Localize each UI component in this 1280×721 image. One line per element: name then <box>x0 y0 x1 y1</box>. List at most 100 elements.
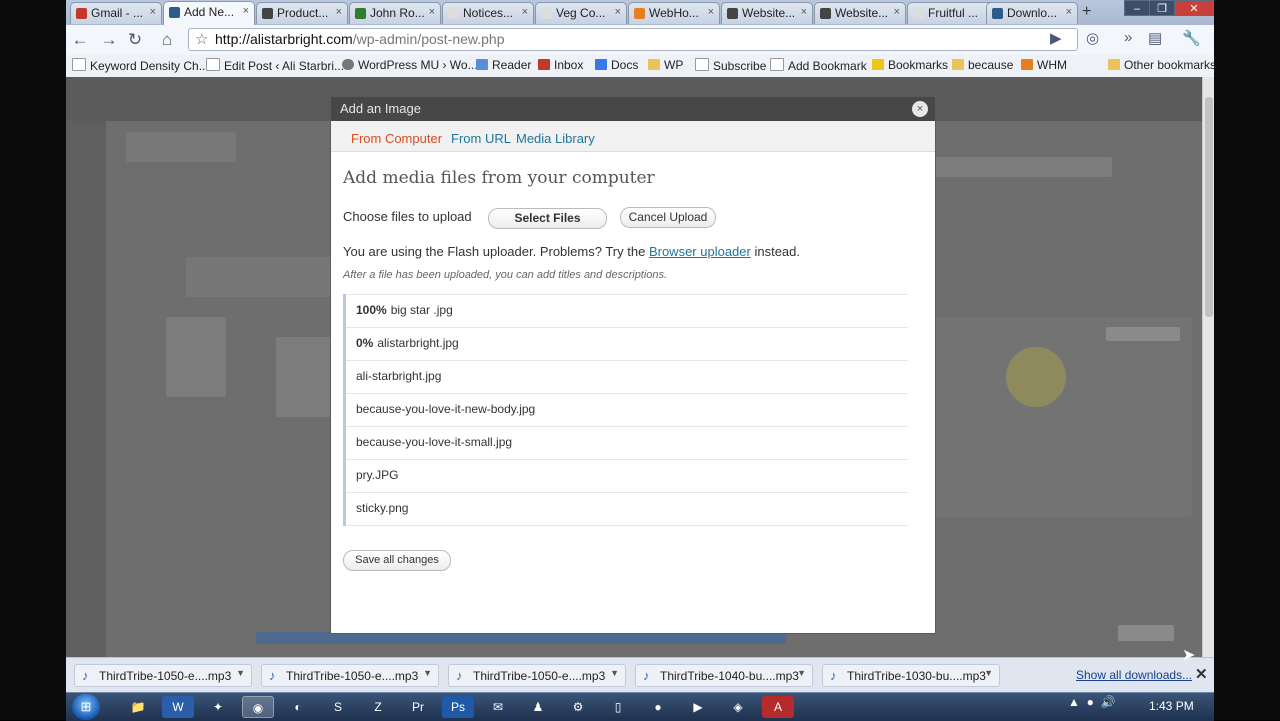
scrollbar-thumb[interactable] <box>1205 97 1213 317</box>
app-icon[interactable]: ◈ <box>722 696 754 718</box>
upload-row[interactable]: 0% alistarbright.jpg <box>346 328 908 361</box>
tab-notices[interactable]: Notices... × <box>442 2 534 24</box>
premiere-icon[interactable]: Pr <box>402 696 434 718</box>
tab-john-ro[interactable]: John Ro... × <box>349 2 441 24</box>
tab-webhost[interactable]: WebHo... × <box>628 2 720 24</box>
close-tab-icon[interactable]: × <box>894 6 900 18</box>
acrobat-icon[interactable]: A <box>762 696 794 718</box>
bookmark-item[interactable]: Inbox <box>538 58 583 72</box>
start-button[interactable]: ⊞ <box>72 694 100 720</box>
upload-row[interactable]: because-you-love-it-new-body.jpg <box>346 394 908 427</box>
download-item[interactable]: ♪ ThirdTribe-1050-e....mp3 ▼ <box>74 664 252 687</box>
chevron-down-icon[interactable]: ▼ <box>236 668 245 678</box>
upload-row[interactable]: because-you-love-it-small.jpg <box>346 427 908 460</box>
upload-row[interactable]: pry.JPG <box>346 460 908 493</box>
tab-website-2[interactable]: Website... × <box>814 2 906 24</box>
word-icon[interactable]: W <box>162 696 194 718</box>
upload-row[interactable]: sticky.png <box>346 493 908 526</box>
app-icon[interactable]: ✦ <box>202 696 234 718</box>
upload-row[interactable]: ali-starbright.jpg <box>346 361 908 394</box>
close-tab-icon[interactable]: × <box>615 6 621 18</box>
close-tab-icon[interactable]: × <box>429 6 435 18</box>
browser-uploader-link[interactable]: Browser uploader <box>649 244 751 259</box>
tab-downloads[interactable]: Downlo... × <box>986 2 1078 24</box>
new-tab-button[interactable]: + <box>1082 3 1091 21</box>
tab-veg-co[interactable]: Veg Co... × <box>535 2 627 24</box>
chevron-down-icon[interactable]: ▼ <box>984 668 993 678</box>
save-all-changes-button[interactable]: Save all changes <box>343 550 451 571</box>
tab-website-1[interactable]: Website... × <box>721 2 813 24</box>
tab-add-new-post[interactable]: Add Ne... × <box>163 1 255 25</box>
chevron-down-icon[interactable]: ▼ <box>423 668 432 678</box>
notepad-icon[interactable]: ▯ <box>602 696 634 718</box>
bookmark-folder[interactable]: Other bookmarks <box>1108 58 1214 72</box>
cancel-upload-button[interactable]: Cancel Upload <box>620 207 716 228</box>
close-downloads-icon[interactable]: ✕ <box>1195 665 1208 683</box>
close-tab-icon[interactable]: × <box>243 5 249 17</box>
wp-admin-sidebar <box>66 121 106 657</box>
bookmark-item[interactable]: Bookmarks <box>872 58 948 72</box>
reload-icon[interactable]: ↻ <box>124 29 146 51</box>
close-window-icon[interactable]: ✕ <box>1174 0 1214 16</box>
select-files-button[interactable]: Select Files <box>488 208 607 229</box>
restore-icon[interactable]: ❐ <box>1149 0 1175 16</box>
star-bookmark-icon[interactable]: ☆ <box>195 29 208 50</box>
chevron-down-icon[interactable]: ▼ <box>610 668 619 678</box>
download-item[interactable]: ♪ ThirdTribe-1050-e....mp3 ▼ <box>261 664 439 687</box>
back-icon[interactable]: ← <box>69 29 91 51</box>
play-icon[interactable]: ▶ <box>1050 29 1062 47</box>
tab-from-url[interactable]: From URL <box>451 131 511 146</box>
close-tab-icon[interactable]: × <box>522 6 528 18</box>
bookmark-item[interactable]: Reader <box>476 58 531 72</box>
bookmark-item[interactable]: WHM <box>1021 58 1067 72</box>
bookmark-folder[interactable]: WP <box>648 58 683 72</box>
bookmark-item[interactable]: Edit Post ‹ Ali Starbri... <box>206 58 344 73</box>
bookmark-item[interactable]: Keyword Density Ch... <box>72 58 209 73</box>
home-icon[interactable]: ⌂ <box>156 29 178 51</box>
close-tab-icon[interactable]: × <box>708 6 714 18</box>
wrench-icon[interactable]: 🔧 <box>1182 29 1201 47</box>
filezilla-icon[interactable]: Z <box>362 696 394 718</box>
explorer-icon[interactable]: 📁 <box>122 696 154 718</box>
volume-icon[interactable]: 🔊 <box>1100 695 1115 709</box>
clock[interactable]: 1:43 PM <box>1149 699 1194 713</box>
bookmark-item[interactable]: Docs <box>595 58 638 72</box>
extension-icon[interactable]: ◎ <box>1086 29 1099 47</box>
chrome-icon[interactable]: ◉ <box>242 696 274 718</box>
tab-product[interactable]: Product... × <box>256 2 348 24</box>
download-item[interactable]: ♪ ThirdTribe-1030-bu....mp3 ▼ <box>822 664 1000 687</box>
firefox-icon[interactable]: ◐ <box>282 696 314 718</box>
skype-icon[interactable]: S <box>322 696 354 718</box>
close-tab-icon[interactable]: × <box>336 6 342 18</box>
close-tab-icon[interactable]: × <box>801 6 807 18</box>
bookmark-item[interactable]: Subscribe <box>695 58 766 73</box>
forward-icon[interactable]: → <box>98 29 120 51</box>
more-extensions-icon[interactable]: » <box>1124 29 1132 46</box>
photoshop-icon[interactable]: Ps <box>442 696 474 718</box>
video-icon[interactable]: ▶ <box>682 696 714 718</box>
bookmark-folder[interactable]: because <box>952 58 1013 72</box>
tab-gmail[interactable]: Gmail - ... × <box>70 2 162 24</box>
page-scrollbar[interactable] <box>1202 77 1214 657</box>
settings-icon[interactable]: ⚙ <box>562 696 594 718</box>
minimize-icon[interactable]: – <box>1124 0 1150 16</box>
download-item[interactable]: ♪ ThirdTribe-1040-bu....mp3 ▼ <box>635 664 813 687</box>
close-tab-icon[interactable]: × <box>1066 6 1072 18</box>
chevron-down-icon[interactable]: ▼ <box>797 668 806 678</box>
close-tab-icon[interactable]: × <box>150 6 156 18</box>
close-icon[interactable]: × <box>912 101 928 117</box>
tray-arrow-icon[interactable]: ▲ <box>1068 695 1080 709</box>
page-menu-icon[interactable]: ▤ <box>1148 29 1162 47</box>
tab-media-library[interactable]: Media Library <box>516 131 595 146</box>
tray-app-icon[interactable]: ● <box>1087 695 1094 709</box>
bookmark-item[interactable]: Add Bookmark <box>770 58 867 73</box>
show-all-downloads-link[interactable]: Show all downloads... <box>1076 668 1192 682</box>
mail-icon[interactable]: ✉ <box>482 696 514 718</box>
app-icon[interactable]: ♟ <box>522 696 554 718</box>
upload-row[interactable]: 100% big star .jpg <box>346 294 908 328</box>
tab-from-computer[interactable]: From Computer <box>351 131 442 146</box>
bookmark-item[interactable]: WordPress MU › Wo... <box>342 58 478 72</box>
media-player-icon[interactable]: ● <box>642 696 674 718</box>
download-item[interactable]: ♪ ThirdTribe-1050-e....mp3 ▼ <box>448 664 626 687</box>
address-bar[interactable]: ☆ http://alistarbright.com/wp-admin/post… <box>188 28 1078 51</box>
